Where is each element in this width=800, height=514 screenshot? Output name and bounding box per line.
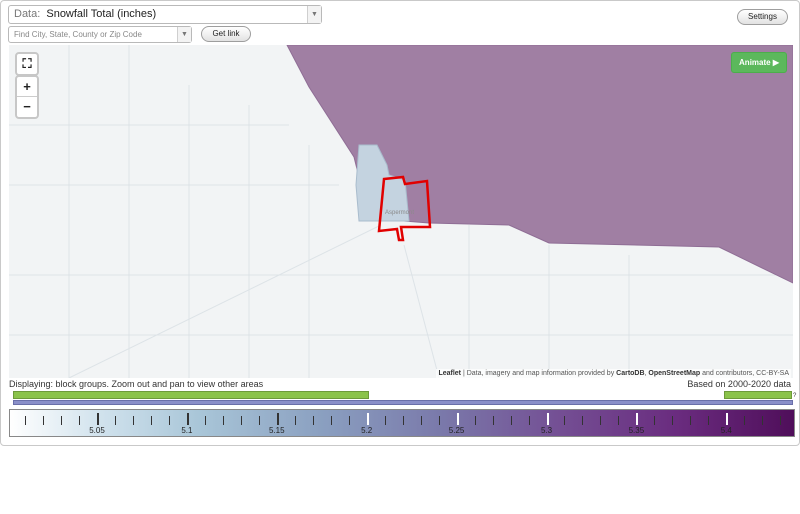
scale-minor-tick <box>654 416 656 425</box>
scale-minor-tick <box>384 416 386 425</box>
scale-minor-tick <box>708 416 710 425</box>
leaflet-link[interactable]: Leaflet <box>438 370 461 377</box>
chevron-down-icon[interactable]: ▼ <box>307 6 321 23</box>
color-scale[interactable]: 5.05 5.1 5.15 5.2 5.25 5.3 5.35 5.4 <box>9 409 795 437</box>
fullscreen-icon[interactable]: ⛶ <box>17 54 37 74</box>
data-select-value: Snowfall Total (inches) <box>46 8 157 20</box>
zoom-control: + − <box>15 75 39 119</box>
scale-minor-tick <box>402 416 404 425</box>
histogram-range <box>13 400 793 405</box>
histogram-help[interactable]: ? <box>793 393 796 399</box>
scale-minor-tick <box>492 416 494 425</box>
scale-minor-tick <box>528 416 530 425</box>
scale-minor-tick <box>240 416 242 425</box>
scale-major-tick <box>726 413 729 425</box>
scale-major-tick <box>456 413 459 425</box>
displaying-text: Displaying: block groups. Zoom out and p… <box>9 379 264 389</box>
scale-minor-tick <box>690 416 692 425</box>
scale-tick-label: 5.15 <box>269 426 285 435</box>
scale-minor-tick <box>61 416 63 425</box>
chevron-down-icon[interactable]: ▼ <box>177 27 191 42</box>
scale-minor-tick <box>204 416 206 425</box>
scale-minor-tick <box>258 416 260 425</box>
place-label: Aspermont <box>385 210 414 216</box>
scale-major-tick <box>276 413 279 425</box>
scale-major-tick <box>186 413 189 425</box>
scale-major-tick <box>546 413 549 425</box>
scale-minor-tick <box>114 416 116 425</box>
scale-major-tick <box>636 413 639 425</box>
scale-minor-tick <box>43 416 45 425</box>
search-input[interactable]: Find City, State, County or Zip Code ▼ <box>8 26 192 43</box>
scale-minor-tick <box>132 416 134 425</box>
scale-minor-tick <box>420 416 422 425</box>
scale-minor-tick <box>348 416 350 425</box>
get-link-button[interactable]: Get link <box>201 26 251 42</box>
scale-minor-tick <box>25 416 27 425</box>
osm-link[interactable]: OpenStreetMap <box>648 370 700 377</box>
based-on-text: Based on 2000-2020 data <box>687 379 791 389</box>
scale-tick-label: 5.05 <box>89 426 105 435</box>
scale-minor-tick <box>294 416 296 425</box>
attribution-text: | Data, imagery and map information prov… <box>461 370 617 377</box>
scale-minor-tick <box>79 416 81 425</box>
scale-minor-tick <box>150 416 152 425</box>
app-frame: Data: Snowfall Total (inches) ▼ Find Cit… <box>0 0 800 446</box>
cartodb-link[interactable]: CartoDB <box>616 370 644 377</box>
scale-minor-tick <box>600 416 602 425</box>
histogram-bar <box>724 391 792 399</box>
scale-minor-tick <box>564 416 566 425</box>
scale-minor-tick <box>222 416 224 425</box>
scale-minor-tick <box>474 416 476 425</box>
animate-button[interactable]: Animate ▶ <box>731 52 787 73</box>
scale-major-tick <box>97 413 99 425</box>
map-attribution: Leaflet | Data, imagery and map informat… <box>436 369 791 378</box>
data-select-label: Data: <box>14 8 41 20</box>
scale-minor-tick <box>312 416 314 425</box>
scale-tick-label: 5.35 <box>628 426 645 435</box>
scale-minor-tick <box>762 416 764 425</box>
scale-minor-tick <box>168 416 170 425</box>
scale-minor-tick <box>510 416 512 425</box>
zoom-out-button[interactable]: − <box>17 97 37 117</box>
scale-tick-label: 5.1 <box>181 426 193 435</box>
scale-minor-tick <box>780 416 782 425</box>
map-canvas[interactable]: Aspermont ⛶ + − Animate ▶ Leaflet | Data… <box>9 45 793 378</box>
fullscreen-control[interactable]: ⛶ <box>15 52 39 76</box>
scale-major-tick <box>366 413 369 425</box>
scale-tick-label: 5.2 <box>361 426 373 435</box>
map-layer: Aspermont <box>9 45 793 378</box>
scale-minor-tick <box>672 416 674 425</box>
scale-minor-tick <box>330 416 332 425</box>
settings-button[interactable]: Settings <box>737 9 788 25</box>
scale-minor-tick <box>582 416 584 425</box>
search-placeholder: Find City, State, County or Zip Code <box>14 30 142 39</box>
data-select[interactable]: Data: Snowfall Total (inches) ▼ <box>8 5 322 24</box>
scale-minor-tick <box>438 416 440 425</box>
histogram-bar <box>13 391 369 399</box>
scale-minor-tick <box>744 416 746 425</box>
zoom-in-button[interactable]: + <box>17 77 37 97</box>
scale-tick-label: 5.25 <box>448 426 465 435</box>
scale-tick-label: 5.3 <box>540 426 553 435</box>
attribution-tail: and contributors, CC-BY-SA <box>700 370 789 377</box>
scale-tick-label: 5.4 <box>720 426 732 435</box>
scale-minor-tick <box>618 416 620 425</box>
